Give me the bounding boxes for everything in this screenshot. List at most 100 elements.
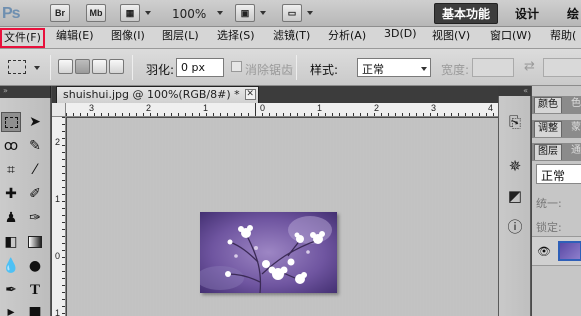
dodge-tool-icon[interactable]: ● [25,256,45,276]
film-icon: ▦ [125,7,135,18]
tab-adjustments[interactable]: 调整 [534,121,562,137]
workspace-painting[interactable]: 绘 [560,3,581,24]
tab-masks[interactable]: 蒙 [568,121,581,137]
clone-stamp-tool-icon[interactable]: ♟ [1,208,21,228]
crop-tool-icon[interactable]: ⌗ [1,160,21,180]
move-tool-icon[interactable]: ➤ [25,112,45,132]
subtract-selection-icon[interactable] [92,59,107,74]
menu-layer[interactable]: 图层(L) [162,27,199,49]
tools-panel: ➤ ꝏ ✎ ⌗ ⁄ ✚ ✐ ♟ ✑ ◧ 💧 ● ✒ T ▸ ■ [0,98,51,316]
rectangular-marquee-tool-icon[interactable] [1,112,21,132]
menu-window[interactable]: 窗口(W) [490,27,531,49]
workspace-design[interactable]: 设计 [508,3,546,24]
panel-group: 颜色 色 调整 蒙 图层 通 正常 统一: 锁定: 👁 [532,86,581,316]
photoshop-logo: Ps [2,4,21,22]
screen-mode-button[interactable]: ▭ [282,4,302,22]
ruler-label: 2 [374,103,380,113]
swap-icon[interactable]: ⇄ [524,59,535,74]
style-dropdown-icon[interactable] [421,67,427,71]
style-select-value: 正常 [362,63,384,76]
menu-3d[interactable]: 3D(D) [384,27,417,49]
marquee-preset-icon[interactable] [8,60,26,74]
info-panel-icon[interactable]: ⓘ [505,216,525,236]
shape-tool-icon[interactable]: ■ [25,302,45,316]
zoom-dropdown-icon[interactable] [217,11,223,15]
ruler-label: 1 [203,103,209,113]
history-brush-tool-icon[interactable]: ✑ [25,208,45,228]
document-tab[interactable]: shuishui.jpg @ 100%(RGB/8#) * ✕ [56,86,259,103]
layers-panel-tabs: 图层 通 [532,143,581,161]
tab-channels[interactable]: 通 [568,144,581,160]
horizontal-ruler[interactable]: 3 2 1 0 1 2 3 4 [66,103,498,117]
menu-bar: 文件(F) 编辑(E) 图像(I) 图层(L) 选择(S) 滤镜(T) 分析(A… [0,27,581,49]
pen-tool-icon[interactable]: ✒ [1,280,21,300]
histogram-panel-icon[interactable]: ◩ [505,186,525,206]
menu-analysis[interactable]: 分析(A) [328,27,366,49]
adjustments-panel-tabs: 调整 蒙 [532,120,581,138]
tab-swatches[interactable]: 色 [568,97,581,113]
layer-row[interactable]: 👁 [532,236,581,266]
menu-image[interactable]: 图像(I) [111,27,145,49]
lasso-tool-icon[interactable]: ꝏ [1,136,21,156]
spot-healing-tool-icon[interactable]: ✚ [1,184,21,204]
height-input[interactable] [543,58,581,77]
blur-tool-icon[interactable]: 💧 [1,256,21,276]
intersect-selection-icon[interactable] [109,59,124,74]
path-selection-tool-icon[interactable]: ▸ [1,302,21,316]
document-tab-bar: shuishui.jpg @ 100%(RGB/8#) * ✕ [52,86,498,103]
gradient-tool-icon[interactable] [25,232,45,252]
menu-select[interactable]: 选择(S) [217,27,255,49]
view-extras-button[interactable]: ▦ [120,4,140,22]
vertical-ruler[interactable]: 2 1 0 1 [52,117,66,316]
ruler-label: 3 [89,103,95,113]
feather-label: 羽化: [146,63,175,77]
antialias-checkbox[interactable] [231,61,242,72]
brush-tool-icon[interactable]: ✐ [25,184,45,204]
menu-edit[interactable]: 编辑(E) [56,27,94,49]
tab-layers[interactable]: 图层 [534,144,562,160]
blend-mode-value: 正常 [541,169,566,183]
tab-color[interactable]: 颜色 [534,97,562,113]
eraser-tool-icon[interactable]: ◧ [1,232,21,252]
collapse-icon[interactable]: « [523,86,528,96]
quick-selection-tool-icon[interactable]: ✎ [25,136,45,156]
feather-input[interactable]: 0 px [176,58,224,77]
blend-mode-select[interactable]: 正常 [536,164,581,184]
eyedropper-tool-icon[interactable]: ⁄ [25,160,45,180]
menu-view[interactable]: 视图(V) [432,27,470,49]
workspace-essentials[interactable]: 基本功能 [434,3,499,24]
bridge-button[interactable]: Br [50,4,70,22]
style-label: 样式: [310,63,339,77]
menu-file[interactable]: 文件(F) [0,28,45,48]
tools-panel-header: » [0,86,51,98]
new-selection-icon[interactable] [58,59,73,74]
zoom-level[interactable]: 100% [172,0,206,27]
add-selection-icon[interactable] [75,59,90,74]
close-icon[interactable]: ✕ [244,89,256,100]
chevron-down-icon[interactable] [145,11,151,15]
eye-icon[interactable]: 👁 [537,245,551,258]
history-panel-icon[interactable]: ⎘ [505,112,525,132]
ruler-label: 1 [317,103,323,113]
menu-help[interactable]: 帮助( [550,27,576,49]
divider [296,55,297,80]
mini-bridge-button[interactable]: Mb [86,4,106,22]
divider [132,55,133,80]
ruler-label: 4 [488,103,494,113]
arrange-dropdown-icon[interactable] [260,11,266,15]
unify-label: 统一: [536,197,562,210]
style-select[interactable]: 正常 [357,58,431,77]
ruler-origin[interactable] [52,103,66,117]
flower-photo[interactable] [200,212,337,293]
ruler-label: 1 [55,194,61,204]
preset-dropdown-icon[interactable] [34,66,40,70]
collapse-icon[interactable]: » [3,87,8,95]
width-input[interactable] [472,58,514,77]
document-canvas[interactable] [67,118,498,316]
navigator-panel-icon[interactable]: ✵ [505,156,525,176]
divider [50,55,51,80]
arrange-documents-button[interactable]: ▣ [235,4,255,22]
screen-mode-dropdown-icon[interactable] [307,11,313,15]
menu-filter[interactable]: 滤镜(T) [273,27,310,49]
type-tool-icon[interactable]: T [25,280,45,300]
